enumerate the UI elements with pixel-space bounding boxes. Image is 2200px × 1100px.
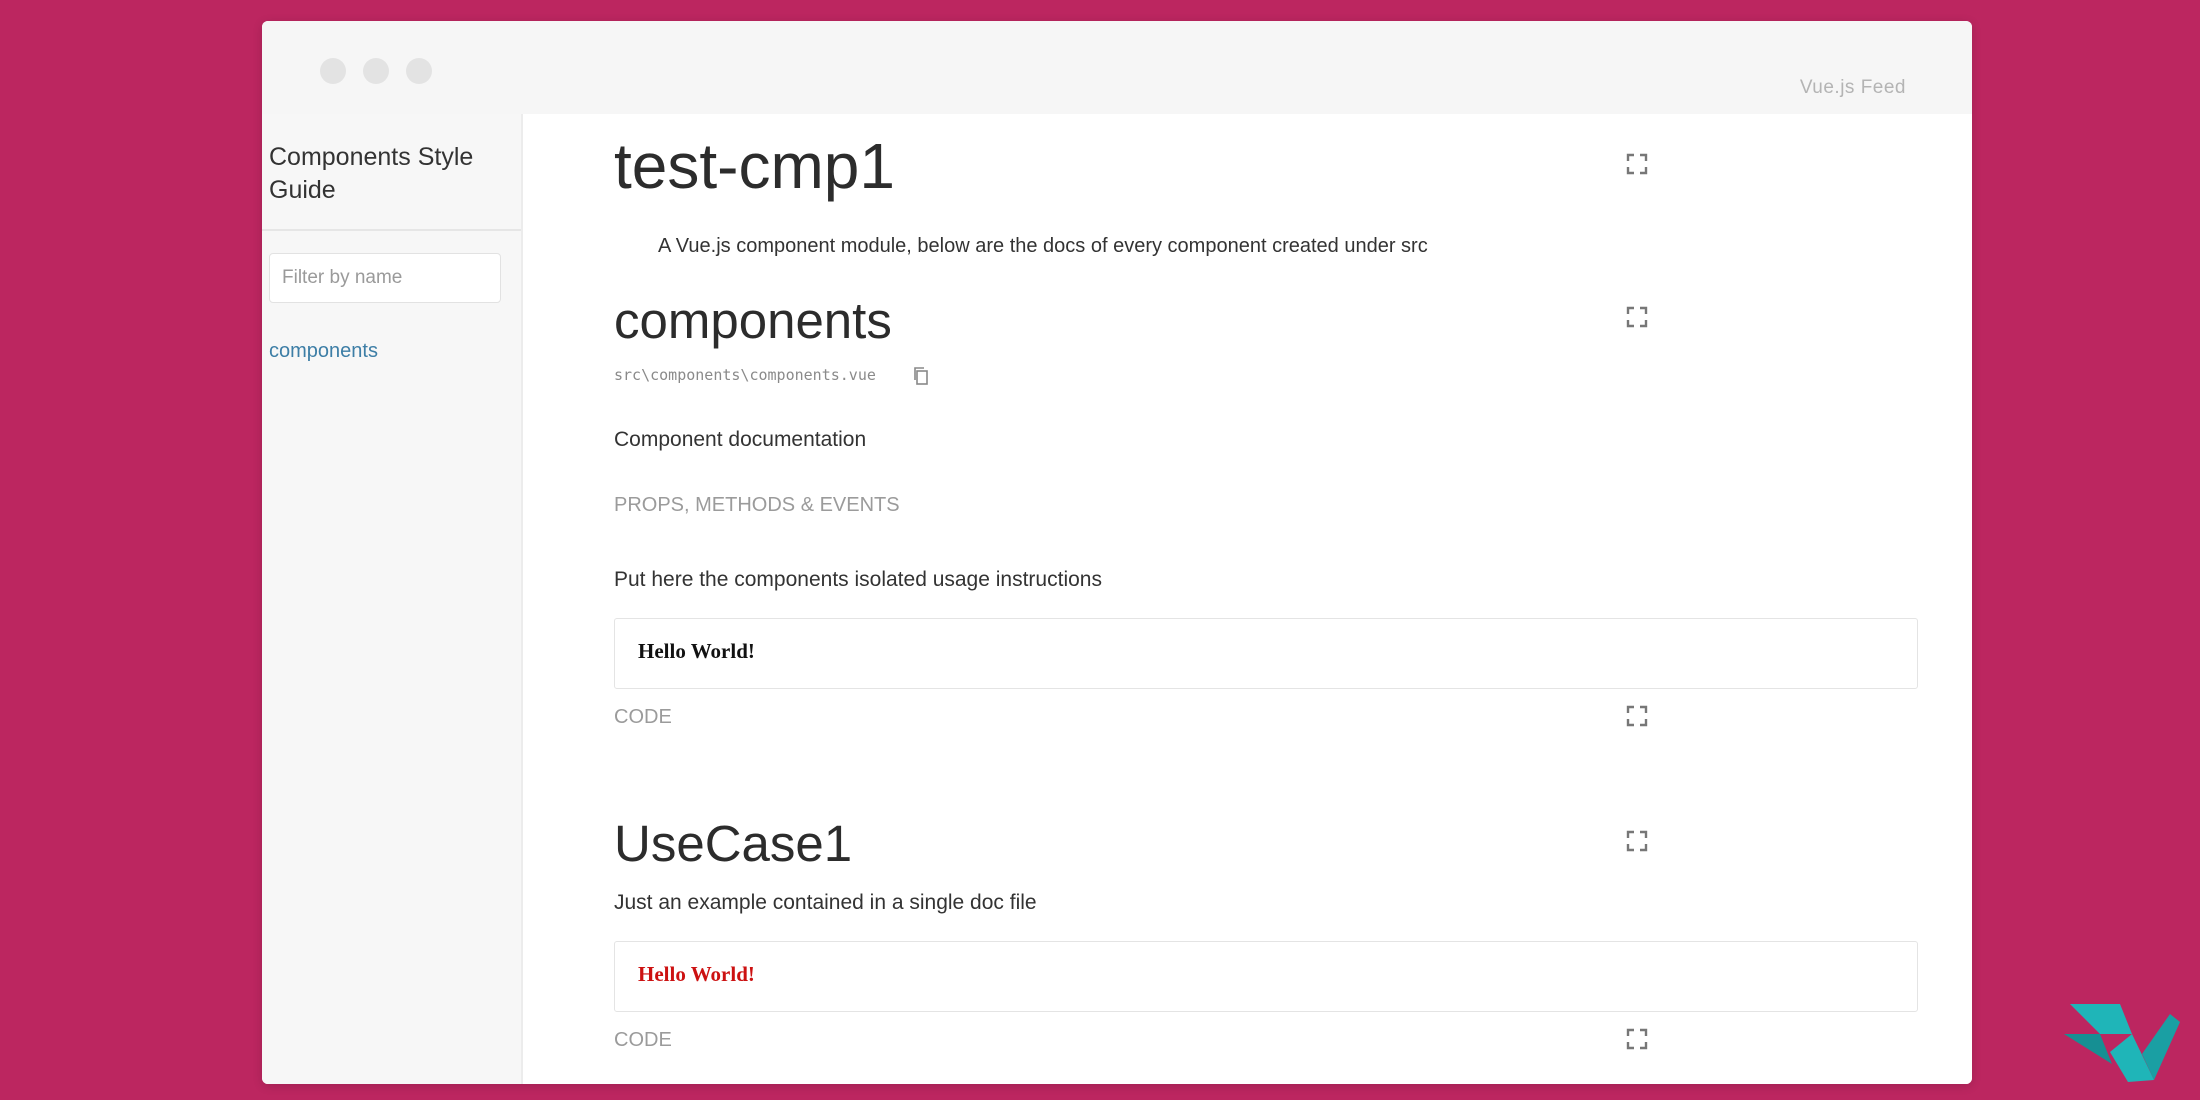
- expand-icon[interactable]: [1626, 705, 1648, 727]
- sidebar-divider: [262, 229, 521, 231]
- window-control-maximize[interactable]: [406, 58, 432, 84]
- window-control-close[interactable]: [320, 58, 346, 84]
- props-methods-events-toggle[interactable]: PROPS, METHODS & EVENTS: [614, 494, 900, 517]
- expand-icon[interactable]: [1626, 153, 1648, 175]
- component-path: src\components\components.vue: [614, 366, 876, 384]
- sidebar-item-components[interactable]: components: [269, 340, 378, 363]
- usecase-title: UseCase1: [614, 815, 853, 872]
- module-title: test-cmp1: [614, 130, 895, 202]
- sidebar-title: Components Style Guide: [269, 143, 474, 204]
- app-window: Vue.js Feed Components Style Guide compo…: [262, 21, 1972, 1084]
- expand-icon[interactable]: [1626, 830, 1648, 852]
- code-toggle[interactable]: CODE: [614, 706, 672, 729]
- title-bar: Vue.js Feed: [262, 21, 1972, 114]
- component-description: Component documentation: [614, 428, 867, 451]
- sidebar: Components Style Guide components: [262, 114, 523, 1084]
- window-control-minimize[interactable]: [363, 58, 389, 84]
- module-description: A Vue.js component module, below are the…: [658, 235, 1428, 257]
- copy-icon[interactable]: [912, 366, 930, 386]
- expand-icon[interactable]: [1626, 306, 1648, 328]
- vue-feed-logo: [2062, 1000, 2188, 1090]
- usage-instructions: Put here the components isolated usage i…: [614, 568, 1102, 591]
- usecase-description: Just an example contained in a single do…: [614, 891, 1037, 914]
- demo-text: Hello World!: [638, 962, 755, 986]
- brand-label: Vue.js Feed: [1799, 77, 1906, 98]
- component-demo-box: Hello World!: [614, 618, 1918, 689]
- filter-input[interactable]: [269, 253, 501, 303]
- expand-icon[interactable]: [1626, 1028, 1648, 1050]
- main-content: [523, 114, 1972, 1084]
- demo-text: Hello World!: [638, 639, 755, 663]
- usecase-demo-box: Hello World!: [614, 941, 1918, 1012]
- component-title: components: [614, 292, 892, 349]
- code-toggle[interactable]: CODE: [614, 1029, 672, 1052]
